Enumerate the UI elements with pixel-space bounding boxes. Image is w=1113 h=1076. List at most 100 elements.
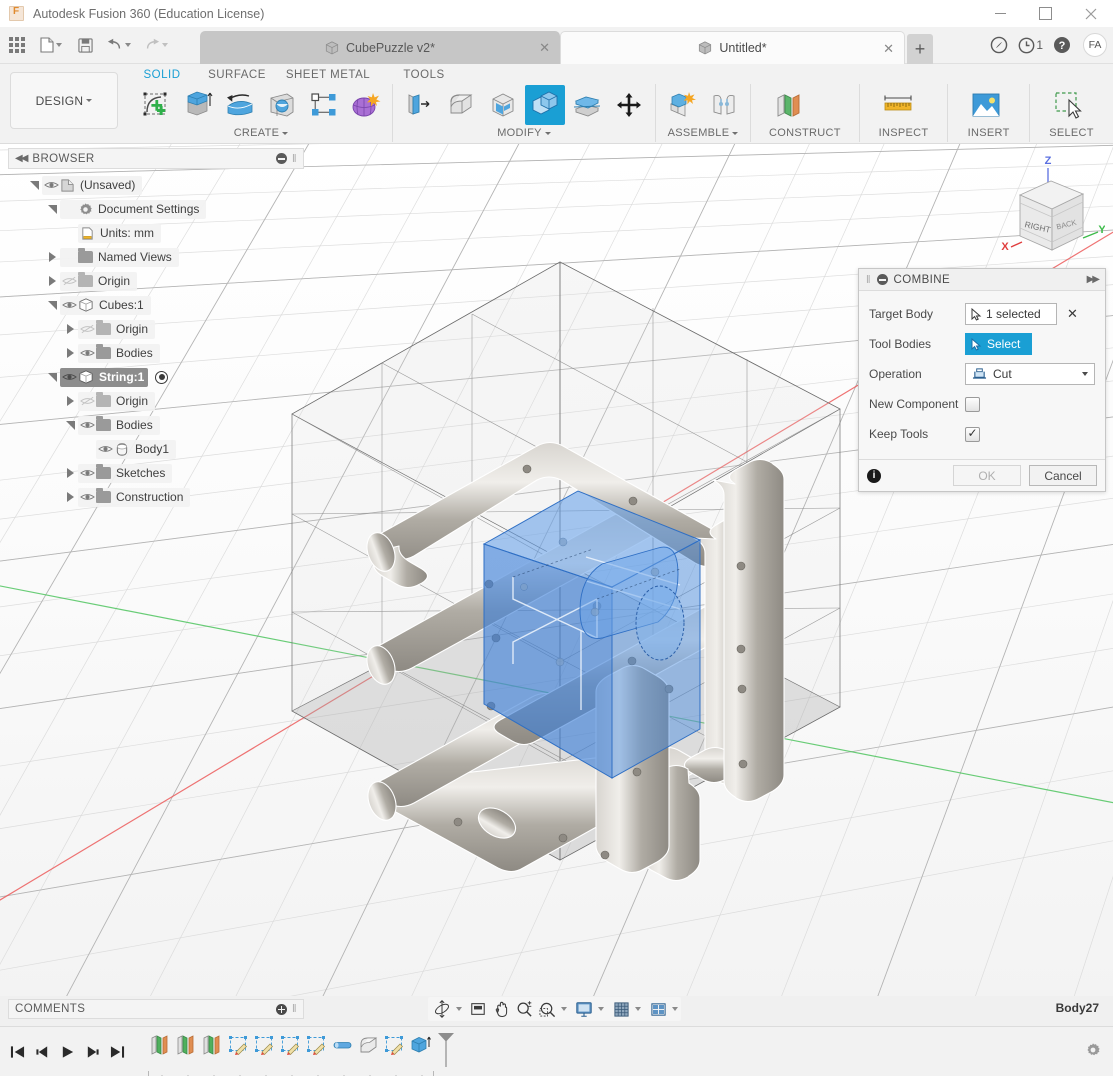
- move-copy-icon[interactable]: [609, 85, 649, 125]
- expand-arrow-icon[interactable]: [26, 181, 42, 190]
- info-icon[interactable]: i: [867, 469, 881, 483]
- chevron-down-icon[interactable]: [598, 1007, 604, 1011]
- measure-icon[interactable]: [878, 85, 918, 125]
- ribbon-panel-label[interactable]: ASSEMBLE: [662, 126, 744, 141]
- expand-arrow-icon[interactable]: [62, 468, 78, 478]
- ribbon-panel-label[interactable]: CREATE: [136, 126, 386, 141]
- document-tab-cubepuzzle[interactable]: CubePuzzle v2* ✕: [200, 31, 560, 64]
- timeline-feature-sketch[interactable]: [278, 1032, 304, 1058]
- visibility-eye-icon[interactable]: [60, 372, 78, 382]
- expand-arrow-icon[interactable]: [62, 348, 78, 358]
- viewports-icon[interactable]: [647, 998, 669, 1020]
- ok-button[interactable]: OK: [953, 465, 1021, 486]
- tree-row-named-views[interactable]: Named Views: [8, 245, 304, 269]
- tree-row-origin-cubes[interactable]: Origin: [8, 317, 304, 341]
- timeline-feature-extrude[interactable]: [408, 1032, 434, 1058]
- look-at-icon[interactable]: [467, 998, 489, 1020]
- maximize-button[interactable]: [1023, 0, 1068, 27]
- timeline-play-button[interactable]: [56, 1040, 78, 1064]
- chevron-down-icon[interactable]: [672, 1007, 678, 1011]
- pattern-icon[interactable]: [304, 85, 344, 125]
- visibility-eye-off-icon[interactable]: [78, 324, 96, 334]
- circle-minus-icon[interactable]: [276, 153, 287, 164]
- comments-panel[interactable]: COMMENTS ‖: [8, 999, 304, 1019]
- redo-icon[interactable]: [139, 31, 173, 59]
- timeline-feature-fillet[interactable]: [356, 1032, 382, 1058]
- close-button[interactable]: [1068, 0, 1113, 27]
- tree-row-sketches[interactable]: Sketches: [8, 461, 304, 485]
- timeline-step-forward-button[interactable]: [81, 1040, 103, 1064]
- dialog-grip[interactable]: ‖: [866, 274, 871, 286]
- timeline-feature-sketch[interactable]: [382, 1032, 408, 1058]
- avatar[interactable]: FA: [1083, 33, 1107, 57]
- circle-plus-icon[interactable]: [276, 1004, 287, 1015]
- ribbon-tab-surface[interactable]: SURFACE: [194, 66, 280, 84]
- timeline-start-button[interactable]: [6, 1040, 28, 1064]
- operation-dropdown[interactable]: Cut: [965, 363, 1095, 385]
- tool-bodies-select-button[interactable]: Select: [965, 333, 1032, 355]
- create-sketch-icon[interactable]: [136, 85, 176, 125]
- tree-row-document-settings[interactable]: Document Settings: [8, 197, 304, 221]
- new-component-icon[interactable]: [662, 85, 702, 125]
- zoom-window-icon[interactable]: [536, 998, 558, 1020]
- expand-arrow-icon[interactable]: [44, 205, 60, 214]
- expand-arrow-icon[interactable]: [62, 324, 78, 334]
- timeline-feature-sketch[interactable]: [252, 1032, 278, 1058]
- combine-icon[interactable]: [525, 85, 565, 125]
- viewcube[interactable]: Z Y X RIGHT BACK: [995, 150, 1105, 270]
- tree-row-bodies-cubes[interactable]: Bodies: [8, 341, 304, 365]
- grid-snap-icon[interactable]: [610, 998, 632, 1020]
- insert-image-icon[interactable]: [966, 85, 1006, 125]
- visibility-eye-off-icon[interactable]: [78, 396, 96, 406]
- visibility-eye-icon[interactable]: [42, 180, 60, 190]
- app-grid-icon[interactable]: [3, 31, 31, 59]
- document-tab-close-button[interactable]: ✕: [883, 42, 894, 55]
- visibility-eye-icon[interactable]: [78, 348, 96, 358]
- ribbon-panel-label[interactable]: INSERT: [966, 126, 1011, 141]
- sweep-icon[interactable]: [262, 85, 302, 125]
- new-file-icon[interactable]: [34, 31, 68, 59]
- chevron-down-icon[interactable]: [561, 1007, 567, 1011]
- minimize-button[interactable]: [978, 0, 1023, 27]
- visibility-eye-off-icon[interactable]: [60, 276, 78, 286]
- chevron-down-icon[interactable]: [456, 1007, 462, 1011]
- fillet-icon[interactable]: [441, 85, 481, 125]
- extrude-icon[interactable]: [178, 85, 218, 125]
- tree-row-cubes[interactable]: Cubes:1: [8, 293, 304, 317]
- circle-minus-icon[interactable]: [877, 274, 888, 285]
- timeline-feature-plane[interactable]: [148, 1032, 174, 1058]
- tree-row-origin-string[interactable]: Origin: [8, 389, 304, 413]
- visibility-eye-icon[interactable]: [78, 420, 96, 430]
- visibility-eye-icon[interactable]: [78, 492, 96, 502]
- timeline-feature-plane[interactable]: [174, 1032, 200, 1058]
- select-icon[interactable]: [1048, 85, 1088, 125]
- chevron-down-icon[interactable]: [635, 1007, 641, 1011]
- activate-component-radio[interactable]: [155, 371, 168, 384]
- tree-row-construction[interactable]: Construction: [8, 485, 304, 509]
- gear-icon[interactable]: [1085, 1042, 1101, 1061]
- save-icon[interactable]: [71, 31, 99, 59]
- pan-icon[interactable]: [490, 998, 512, 1020]
- form-icon[interactable]: [346, 85, 386, 125]
- expand-arrow-icon[interactable]: [62, 421, 78, 430]
- target-body-selection-field[interactable]: 1 selected: [965, 303, 1057, 325]
- keep-tools-checkbox[interactable]: ✓: [965, 427, 980, 442]
- expand-arrow-icon[interactable]: [44, 301, 60, 310]
- expand-arrow-icon[interactable]: [44, 252, 60, 262]
- offset-plane-icon[interactable]: [769, 85, 809, 125]
- visibility-eye-icon[interactable]: [60, 300, 78, 310]
- tree-row-string[interactable]: String:1: [8, 365, 304, 389]
- expand-arrow-icon[interactable]: [44, 373, 60, 382]
- clear-selection-button[interactable]: ✕: [1067, 306, 1078, 322]
- ribbon-tab-tools[interactable]: TOOLS: [376, 66, 472, 84]
- tree-row-unsaved[interactable]: (Unsaved): [8, 173, 304, 197]
- panel-grip[interactable]: ‖: [292, 1003, 297, 1015]
- collapse-panel-icon[interactable]: ◀◀: [15, 153, 26, 164]
- joint-icon[interactable]: [704, 85, 744, 125]
- document-tab-close-button[interactable]: ✕: [539, 41, 550, 54]
- timeline-feature-sketch[interactable]: [304, 1032, 330, 1058]
- tree-row-units[interactable]: Units: mm: [8, 221, 304, 245]
- new-component-checkbox[interactable]: [965, 397, 980, 412]
- cancel-button[interactable]: Cancel: [1029, 465, 1097, 486]
- expand-arrow-icon[interactable]: [62, 396, 78, 406]
